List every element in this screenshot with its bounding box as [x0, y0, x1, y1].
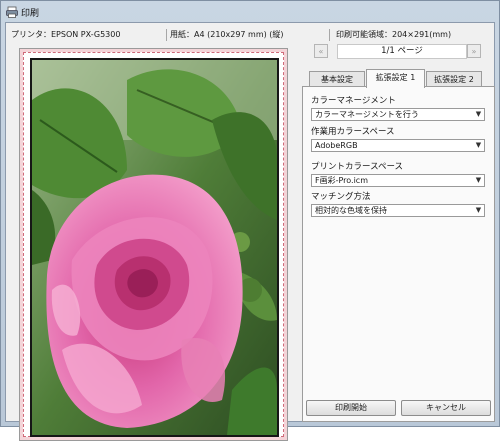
- info-bar: プリンタ：EPSON PX-G5300 用紙：A4 (210x297 mm) (…: [10, 27, 490, 42]
- tab-extended-settings-2[interactable]: 拡張設定 2: [426, 71, 482, 87]
- color-management-label: カラーマネージメント: [311, 96, 396, 106]
- dialog-body: プリンタ：EPSON PX-G5300 用紙：A4 (210x297 mm) (…: [5, 22, 495, 441]
- chevron-down-icon: ▼: [475, 176, 482, 184]
- paper-info: 用紙：A4 (210x297 mm) (縦): [170, 27, 284, 42]
- printer-label: プリンタ：: [11, 30, 51, 39]
- printer-info: プリンタ：EPSON PX-G5300: [11, 27, 121, 42]
- tab-basic-settings[interactable]: 基本設定: [309, 71, 365, 87]
- printable-label: 印刷可能領域：: [336, 30, 392, 39]
- window-title: 印刷: [21, 8, 40, 19]
- working-space-label: 作業用カラースペース: [311, 127, 395, 137]
- chevron-down-icon: ▼: [475, 206, 482, 214]
- print-preview: [19, 48, 288, 441]
- extended-settings-panel: カラーマネージメント カラーマネージメントを行う ▼ 作業用カラースペース Ad…: [302, 86, 495, 422]
- chevron-down-icon: ▼: [475, 141, 482, 149]
- paper-value: A4 (210x297 mm) (縦): [194, 30, 284, 39]
- rose-photo: [32, 60, 277, 435]
- print-space-value: F画彩-Pro.icm: [315, 176, 368, 185]
- print-space-select[interactable]: F画彩-Pro.icm ▼: [311, 174, 485, 187]
- matching-method-select[interactable]: 相対的な色域を保持 ▼: [311, 204, 485, 217]
- cancel-button[interactable]: キャンセル: [401, 400, 491, 416]
- print-dialog: 印刷 プリンタ：EPSON PX-G5300 用紙：A4 (210x297 mm…: [0, 0, 500, 441]
- info-divider: [166, 29, 167, 41]
- preview-image: [30, 58, 279, 437]
- tab-extended-settings-1[interactable]: 拡張設定 1: [366, 69, 425, 88]
- color-management-value: カラーマネージメントを行う: [315, 110, 419, 119]
- page-navigator: « 1/1 ページ »: [314, 44, 482, 61]
- working-space-select[interactable]: AdobeRGB ▼: [311, 139, 485, 152]
- prev-page-button[interactable]: «: [314, 44, 328, 58]
- matching-method-value: 相対的な色域を保持: [315, 206, 387, 215]
- printable-area-info: 印刷可能領域：204×291(mm): [336, 27, 452, 42]
- page-indicator: 1/1 ページ: [337, 44, 467, 59]
- printable-area-outline: [23, 52, 284, 437]
- matching-method-label: マッチング方法: [311, 192, 371, 202]
- printable-value: 204×291(mm): [392, 30, 452, 39]
- print-start-button[interactable]: 印刷開始: [306, 400, 396, 416]
- next-page-button[interactable]: »: [467, 44, 481, 58]
- print-space-label: プリントカラースペース: [311, 162, 404, 172]
- printer-icon: [6, 6, 18, 18]
- working-space-value: AdobeRGB: [315, 141, 358, 150]
- info-divider: [329, 29, 330, 41]
- paper-label: 用紙：: [170, 30, 194, 39]
- printer-value: EPSON PX-G5300: [51, 30, 121, 39]
- chevron-down-icon: ▼: [475, 110, 482, 118]
- title-bar[interactable]: 印刷: [1, 1, 499, 23]
- color-management-select[interactable]: カラーマネージメントを行う ▼: [311, 108, 485, 121]
